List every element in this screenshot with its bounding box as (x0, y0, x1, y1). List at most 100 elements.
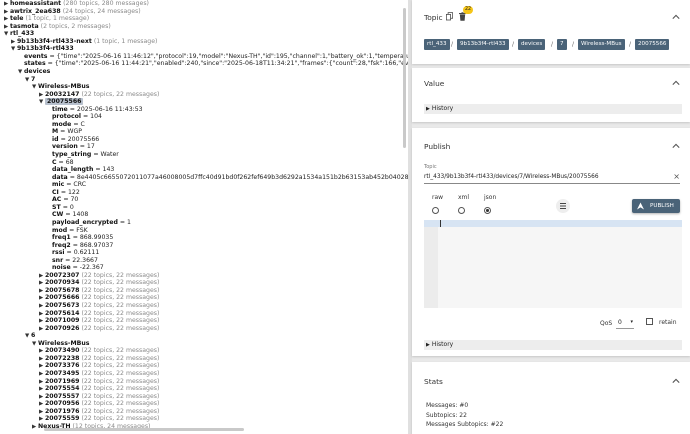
caret-right-icon: ▶ (426, 106, 430, 112)
clear-icon[interactable]: × (673, 172, 680, 181)
tree-node-value: = {"time":"2025-06-16 11:44:21","enabled… (47, 60, 409, 68)
tree-node-name: mod (52, 226, 68, 234)
tree-node-name: 20071009 (45, 317, 80, 325)
tree-node-name: awtrix_2ea638 (10, 7, 61, 15)
tree-node-name: mic (52, 181, 65, 189)
tree-node-name: 20075559 (45, 415, 80, 423)
tree-node-value: = 70 (63, 196, 79, 204)
topic-path-segment[interactable]: devices (518, 39, 546, 50)
tree-node-value: = 2025-06-16 11:43:53 (69, 105, 143, 113)
tree-node-name: ST (52, 203, 61, 211)
tree-node-name: payload_encrypted (52, 218, 118, 226)
tree-node-count: (22 topics, 22 messages) (81, 317, 160, 325)
tree-node[interactable]: data = 8e4405c6655072011077a46008005d7ffc… (46, 173, 409, 182)
tree-node-name: data (52, 173, 68, 181)
tree-node-value: = FSK (69, 226, 88, 234)
tree-node-name: 7 (31, 75, 36, 83)
editor-gutter (424, 220, 438, 308)
tree-node-value: = 143 (95, 166, 115, 174)
publish-history-label: History (431, 341, 454, 348)
qos-value: 0 (618, 319, 622, 326)
tree-node-name: 20075666 (45, 294, 80, 302)
format-icon[interactable] (556, 199, 570, 213)
tree-node-name: Wireless-MBus (38, 339, 90, 347)
tree-node-value: = {"time":"2025-06-16 11:46:12","protoco… (49, 52, 408, 60)
copy-icon[interactable] (445, 12, 454, 21)
tree-node-name: 9b13b3f4-rtl433-next (17, 37, 92, 45)
publish-button[interactable]: PUBLISH (632, 199, 680, 213)
payload-editor[interactable] (424, 220, 682, 308)
tree-node-name: Wireless-MBus (38, 83, 90, 91)
tree-node-name: snr (52, 256, 64, 264)
tree-node-name: type_string (52, 151, 92, 158)
topic-path-segment[interactable]: rtl_433 (424, 39, 450, 50)
value-panel: Value ▶ History (412, 68, 690, 122)
tree-node-count: (1 topic, 1 message) (25, 15, 90, 23)
tree-node-count: (280 topics, 280 messages) (63, 0, 149, 7)
tree-vertical-scrollbar[interactable] (402, 2, 407, 432)
topic-path-segment[interactable]: 7 (557, 39, 567, 50)
tree-node-name: events (24, 52, 48, 60)
value-history-toggle[interactable]: ▶ History (424, 104, 682, 114)
tree-node-name: tasmota (10, 22, 39, 30)
tree-node-value: = 8e4405c6655072011077a46008005d7ffc40d9… (69, 173, 409, 181)
tree-node-name: 20075557 (45, 392, 80, 400)
qos-select[interactable]: 0 ▾ (616, 318, 634, 329)
tree-node-value: = 17 (79, 143, 95, 151)
format-radio-json[interactable] (484, 207, 491, 214)
tree-node-value: = 68 (58, 158, 74, 166)
tree-node-count: (24 topics, 24 messages) (62, 7, 141, 15)
publish-history-toggle[interactable]: ▶ History (424, 340, 682, 350)
topic-path-segment[interactable]: 9b13b3f4-rtl433 (457, 39, 509, 50)
tree-node-count: (22 topics, 22 messages) (81, 377, 160, 385)
format-label-raw: raw (432, 194, 444, 201)
stats-line: Subtopics: 22 (426, 411, 467, 419)
tree-node-count: (22 topics, 22 messages) (81, 369, 160, 377)
stats-panel-title: Stats (424, 377, 443, 386)
tree-node-count: (22 topics, 22 messages) (81, 392, 160, 400)
tree-node-count: (22 topics, 22 messages) (81, 407, 160, 415)
tree-node-value: = 20075566 (60, 135, 100, 143)
retain-checkbox[interactable] (646, 318, 653, 325)
tree-horizontal-scroll-thumb[interactable] (44, 428, 244, 431)
tree-node-count: (22 topics, 22 messages) (81, 90, 160, 98)
tree-node-name: freq2 (52, 241, 71, 249)
tree-node-name: M (52, 128, 59, 136)
collapse-icon[interactable] (672, 377, 680, 385)
path-separator: / (512, 41, 515, 48)
tree-node-name: protocol (52, 113, 81, 121)
tree-node-count: (22 topics, 22 messages) (81, 400, 160, 408)
tree-node-count: (22 topics, 22 messages) (81, 347, 160, 355)
format-radio-raw[interactable] (432, 207, 439, 214)
qos-label: QoS (600, 320, 613, 327)
send-icon (637, 202, 644, 216)
format-radio-xml[interactable] (458, 207, 465, 214)
path-separator: / (551, 41, 554, 48)
topic-panel-title: Topic (424, 13, 443, 22)
topic-tree[interactable]: ▶ homeassistant (280 topics, 280 messages)… (0, 0, 409, 434)
tree-node-count: (22 topics, 22 messages) (81, 415, 160, 423)
topic-path-segment[interactable]: Wireless-MBus (578, 39, 625, 50)
tree-node-name: data_length (52, 166, 94, 174)
tree-vertical-scroll-thumb[interactable] (403, 8, 406, 148)
tree-node-name: homeassistant (10, 0, 62, 7)
collapse-icon[interactable] (672, 79, 680, 87)
path-separator: / (629, 41, 632, 48)
tree-node-value: = 104 (82, 113, 102, 121)
tree-node-count: (22 topics, 22 messages) (81, 354, 160, 362)
tree-node[interactable]: ▶ 20070926 (22 topics, 22 messages) (39, 325, 159, 333)
topic-path-segment[interactable]: 20075566 (635, 39, 670, 50)
tree-node-count: (1 topic, 1 message) (93, 37, 158, 45)
tree-node-name: CI (52, 188, 59, 196)
tree-node-count: (22 topics, 22 messages) (81, 279, 160, 287)
publish-topic-input[interactable]: rtl_433/9b13b3f4-rtl433/devices/7/Wirele… (424, 172, 680, 184)
collapse-icon[interactable] (672, 13, 680, 21)
collapse-icon[interactable] (672, 142, 680, 150)
tree-node-count: (22 topics, 22 messages) (81, 294, 160, 302)
tree-node-name: time (52, 105, 68, 113)
tree-node-name: 20070956 (45, 400, 80, 408)
tree-node[interactable]: states = {"time":"2025-06-16 11:44:21","e… (18, 60, 409, 68)
tree-horizontal-scrollbar[interactable] (0, 426, 402, 432)
tree-node-count: (22 topics, 22 messages) (81, 362, 160, 370)
retain-label: retain (659, 319, 677, 326)
